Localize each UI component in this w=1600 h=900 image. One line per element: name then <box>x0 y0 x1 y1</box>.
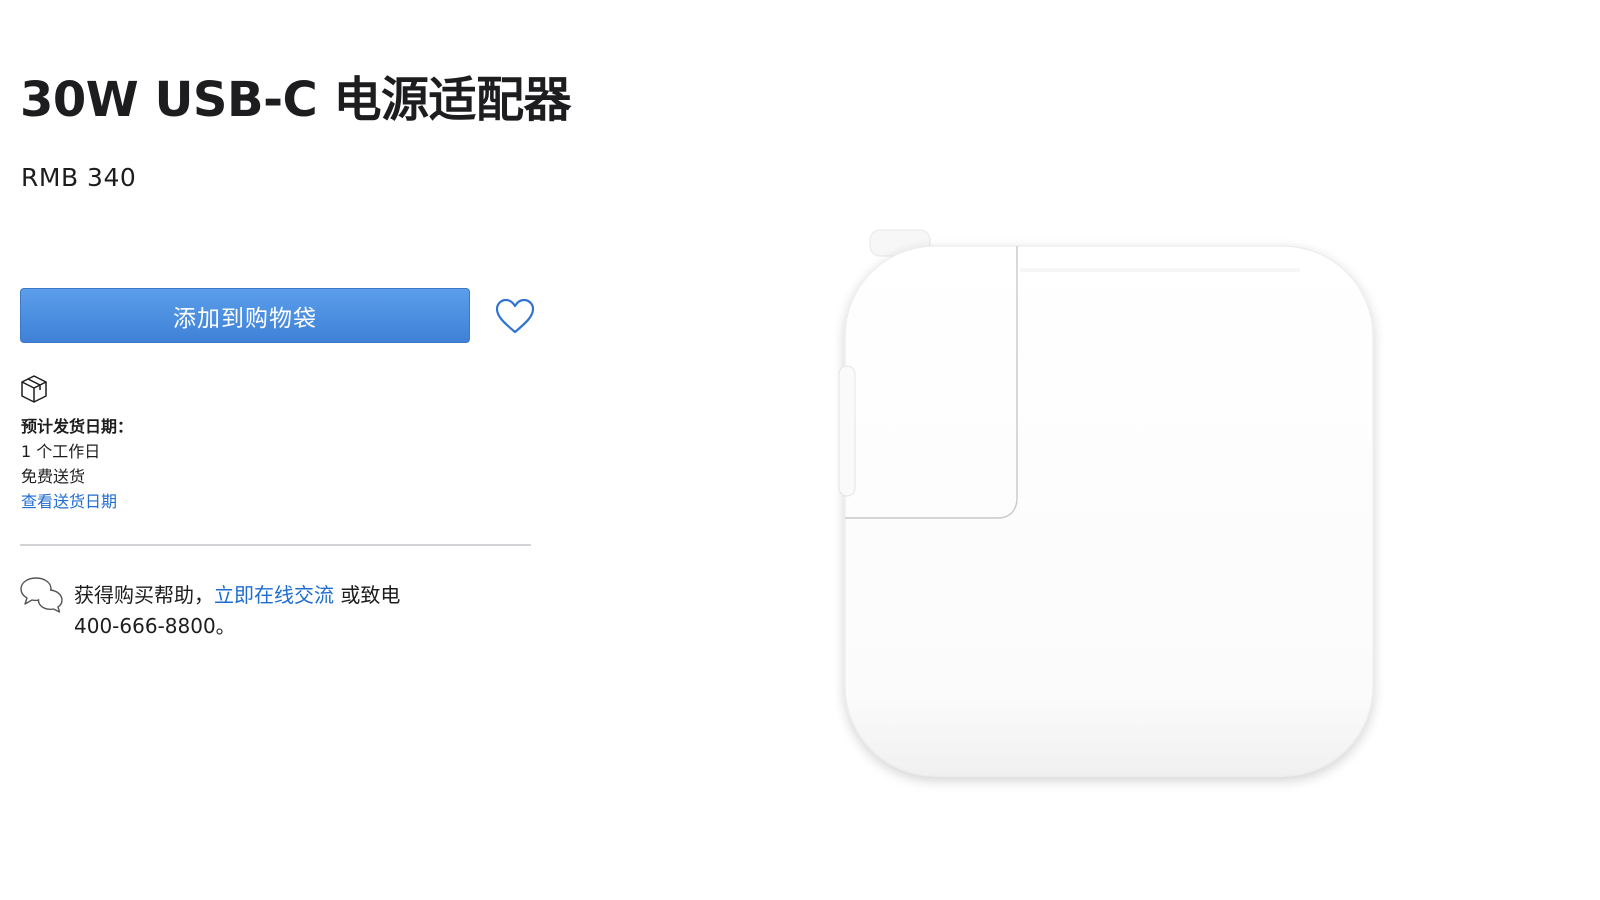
chat-bubbles-icon <box>20 577 63 613</box>
view-delivery-dates-link[interactable]: 查看送货日期 <box>21 492 117 511</box>
shipping-info: 预计发货日期： 1 个工作日 免费送货 查看送货日期 <box>21 414 133 514</box>
purchase-help: 获得购买帮助，立即在线交流 或致电 400-666-8800。 <box>74 580 400 642</box>
shipping-days: 1 个工作日 <box>21 442 101 461</box>
box-icon <box>21 375 47 403</box>
help-phone: 400-666-8800。 <box>74 614 236 638</box>
help-middle: 或致电 <box>334 583 401 607</box>
page-title: 30W USB-C 电源适配器 <box>20 72 571 128</box>
product-price: RMB 340 <box>21 163 137 192</box>
divider <box>20 544 531 546</box>
product-image <box>838 229 1374 777</box>
chat-now-link[interactable]: 立即在线交流 <box>214 583 334 607</box>
help-prefix: 获得购买帮助， <box>74 583 214 607</box>
heart-icon[interactable] <box>495 298 535 336</box>
help-line-1: 获得购买帮助，立即在线交流 或致电 <box>74 580 400 611</box>
shipping-label: 预计发货日期： <box>21 417 134 436</box>
add-to-bag-button[interactable]: 添加到购物袋 <box>20 288 470 343</box>
free-shipping-text: 免费送货 <box>21 467 86 486</box>
